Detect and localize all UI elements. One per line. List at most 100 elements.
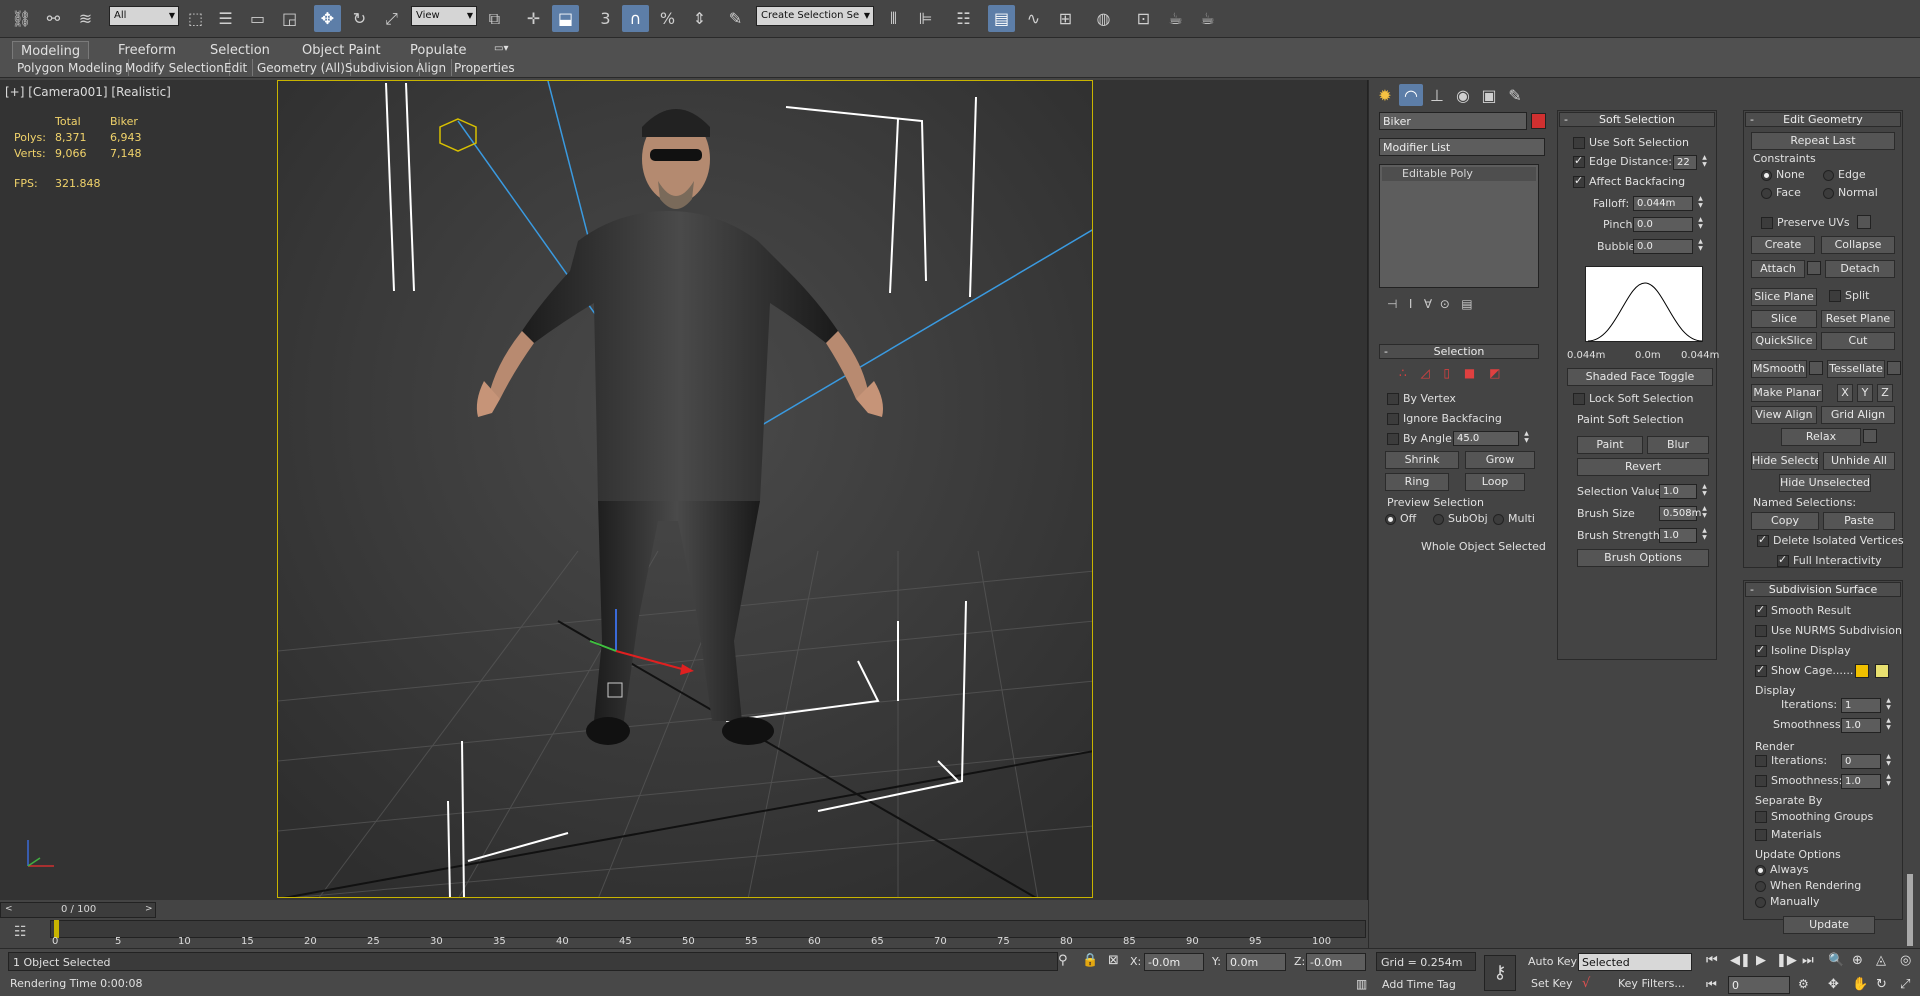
display-smoothness-spinner[interactable]: 1.0 xyxy=(1841,717,1892,733)
reference-coordinate-dropdown[interactable]: View xyxy=(411,6,477,26)
render-setup-icon[interactable]: ⊡ xyxy=(1130,5,1157,32)
render-smoothness-checkbox[interactable]: Smoothness: xyxy=(1755,774,1842,788)
repeat-last-button[interactable]: Repeat Last xyxy=(1751,132,1895,150)
modifier-list-dropdown[interactable]: Modifier List xyxy=(1379,138,1545,156)
play-icon[interactable]: ▶ xyxy=(1756,953,1766,968)
time-slider[interactable]: < 0 / 100 > xyxy=(0,902,156,918)
ribbon-options-icon[interactable]: ▭▾ xyxy=(486,41,516,59)
modifier-stack[interactable]: Editable Poly xyxy=(1379,164,1539,288)
brush-strength-spinner[interactable]: 1.0 xyxy=(1659,527,1708,543)
align-icon[interactable]: ⊫ xyxy=(912,5,939,32)
grow-button[interactable]: Grow xyxy=(1465,451,1535,469)
soft-selection-rollout-header[interactable]: - Soft Selection xyxy=(1559,112,1715,127)
relax-button[interactable]: Relax xyxy=(1781,428,1861,446)
make-planar-x-button[interactable]: X xyxy=(1837,384,1853,402)
subtab-align[interactable]: Align xyxy=(411,59,453,76)
cage-color-swatch-1[interactable] xyxy=(1855,664,1869,678)
constraint-face-radio[interactable]: Face xyxy=(1761,186,1801,200)
angle-snap-icon[interactable]: ∩ xyxy=(622,5,649,32)
go-to-end-icon[interactable]: ⏭ xyxy=(1802,953,1814,968)
msmooth-settings-icon[interactable] xyxy=(1809,361,1823,375)
update-always-radio[interactable]: Always xyxy=(1755,863,1809,877)
set-key-button[interactable]: Set Key xyxy=(1531,977,1573,990)
auto-key-button[interactable]: Auto Key xyxy=(1528,955,1577,968)
tab-freeform[interactable]: Freeform xyxy=(110,41,184,59)
edge-distance-spinner[interactable]: 22 xyxy=(1673,154,1708,170)
remove-modifier-icon[interactable]: ⊙ xyxy=(1440,297,1450,311)
shrink-button[interactable]: Shrink xyxy=(1385,451,1459,469)
orbit-camera-icon[interactable]: ↻ xyxy=(1876,977,1887,992)
hierarchy-tab-icon[interactable]: ⊥ xyxy=(1425,84,1449,106)
create-button[interactable]: Create xyxy=(1751,236,1815,254)
falloff-spinner[interactable]: 0.044m xyxy=(1633,195,1704,211)
unlink-icon[interactable]: ⚯ xyxy=(40,5,67,32)
edit-geometry-rollout-header[interactable]: - Edit Geometry xyxy=(1745,112,1901,127)
curve-editor-icon[interactable]: ∿ xyxy=(1020,5,1047,32)
subtab-geometry-all[interactable]: Geometry (All) xyxy=(252,59,351,76)
use-nurms-checkbox[interactable]: Use NURMS Subdivision xyxy=(1755,624,1902,638)
hide-selected-button[interactable]: Hide Selected xyxy=(1751,452,1819,470)
make-planar-y-button[interactable]: Y xyxy=(1857,384,1873,402)
constraint-edge-radio[interactable]: Edge xyxy=(1823,168,1866,182)
rendered-frame-icon[interactable]: ☕ xyxy=(1162,5,1189,32)
by-angle-checkbox[interactable]: By Angle: xyxy=(1387,432,1456,446)
update-when-rendering-radio[interactable]: When Rendering xyxy=(1755,879,1861,893)
keyboard-shortcut-icon[interactable]: ⬓ xyxy=(552,5,579,32)
ring-button[interactable]: Ring xyxy=(1385,473,1449,491)
collapse-button[interactable]: Collapse xyxy=(1821,236,1895,254)
select-object-icon[interactable]: ⬚ xyxy=(182,5,209,32)
subtab-modify-selection[interactable]: Modify Selection xyxy=(120,59,230,76)
update-manually-radio[interactable]: Manually xyxy=(1755,895,1820,909)
absolute-mode-icon[interactable]: ⊠ xyxy=(1108,953,1119,968)
shaded-face-toggle-button[interactable]: Shaded Face Toggle xyxy=(1567,368,1713,386)
track-bar[interactable]: 0 5 10 15 20 25 30 35 40 45 50 55 60 65 70 75 80 85 90 95 10… xyxy=(50,920,1366,950)
hide-unselected-button[interactable]: Hide Unselected xyxy=(1779,474,1871,492)
pivot-center-icon[interactable]: ⧉ xyxy=(481,5,508,32)
spinner-snap-icon[interactable]: ⇕ xyxy=(686,5,713,32)
preview-off-radio[interactable]: Off xyxy=(1385,512,1416,526)
detach-button[interactable]: Detach xyxy=(1825,260,1895,278)
subobject-level-icons[interactable]: ∴ ◿ ▯ ■ ◩ xyxy=(1399,366,1529,382)
pan-view-icon[interactable]: ✥ xyxy=(1828,977,1839,992)
tab-populate[interactable]: Populate xyxy=(402,41,475,59)
mirror-icon[interactable]: ⫴ xyxy=(880,5,907,32)
rect-selection-icon[interactable]: ▭ xyxy=(244,5,271,32)
stack-item-editable-poly[interactable]: Editable Poly xyxy=(1382,167,1536,181)
subdivision-surface-rollout-header[interactable]: - Subdivision Surface xyxy=(1745,582,1901,597)
by-vertex-checkbox[interactable]: By Vertex xyxy=(1387,392,1456,406)
subtab-subdivision[interactable]: Subdivision xyxy=(340,59,420,76)
bind-spacewarp-icon[interactable]: ≋ xyxy=(72,5,99,32)
slice-button[interactable]: Slice xyxy=(1751,310,1817,328)
edge-distance-checkbox[interactable]: Edge Distance: xyxy=(1573,154,1672,169)
subtab-polygon-modeling[interactable]: Polygon Modeling xyxy=(12,59,129,76)
show-cage-checkbox[interactable]: Show Cage...... xyxy=(1755,663,1853,678)
smoothing-groups-checkbox[interactable]: Smoothing Groups xyxy=(1755,810,1873,824)
command-panel-scrollbar[interactable] xyxy=(1907,874,1913,946)
zoom-all-icon[interactable]: ⊕ xyxy=(1852,953,1863,968)
angle-spinner[interactable]: 45.0 xyxy=(1453,430,1530,446)
time-configuration-icon[interactable]: ⚙ xyxy=(1798,977,1809,991)
attach-button[interactable]: Attach xyxy=(1751,260,1805,278)
curve-icon[interactable]: √ xyxy=(1582,976,1590,991)
msmooth-button[interactable]: MSmooth xyxy=(1751,360,1807,378)
key-mode-toggle-icon[interactable]: ⏮ xyxy=(1706,977,1717,992)
zoom-icon[interactable]: 🔍 xyxy=(1828,953,1844,968)
maximize-viewport-icon[interactable]: ⤢ xyxy=(1900,977,1910,992)
orbit-icon[interactable]: ◎ xyxy=(1900,953,1911,968)
preview-multi-radio[interactable]: Multi xyxy=(1493,512,1535,526)
subtab-properties[interactable]: Properties xyxy=(449,59,520,76)
render-iterations-checkbox[interactable]: Iterations: xyxy=(1755,754,1827,768)
loop-button[interactable]: Loop xyxy=(1465,473,1525,491)
view-align-button[interactable]: View Align xyxy=(1751,406,1817,424)
subtab-edit[interactable]: Edit xyxy=(219,59,254,76)
materials-checkbox[interactable]: Materials xyxy=(1755,828,1821,842)
time-tag-icon[interactable]: ▥ xyxy=(1356,977,1367,991)
lock-soft-selection-checkbox[interactable]: Lock Soft Selection xyxy=(1573,392,1693,406)
tab-selection[interactable]: Selection xyxy=(202,41,278,59)
attach-settings-icon[interactable] xyxy=(1807,261,1821,275)
lock-selection-icon[interactable]: 🔒 xyxy=(1082,953,1098,968)
selection-filter-dropdown[interactable]: All xyxy=(109,6,179,26)
key-filters-button[interactable]: Key Filters... xyxy=(1618,977,1685,990)
modify-tab-icon[interactable]: ◠ xyxy=(1399,84,1423,106)
display-iterations-spinner[interactable]: 1 xyxy=(1841,697,1892,713)
